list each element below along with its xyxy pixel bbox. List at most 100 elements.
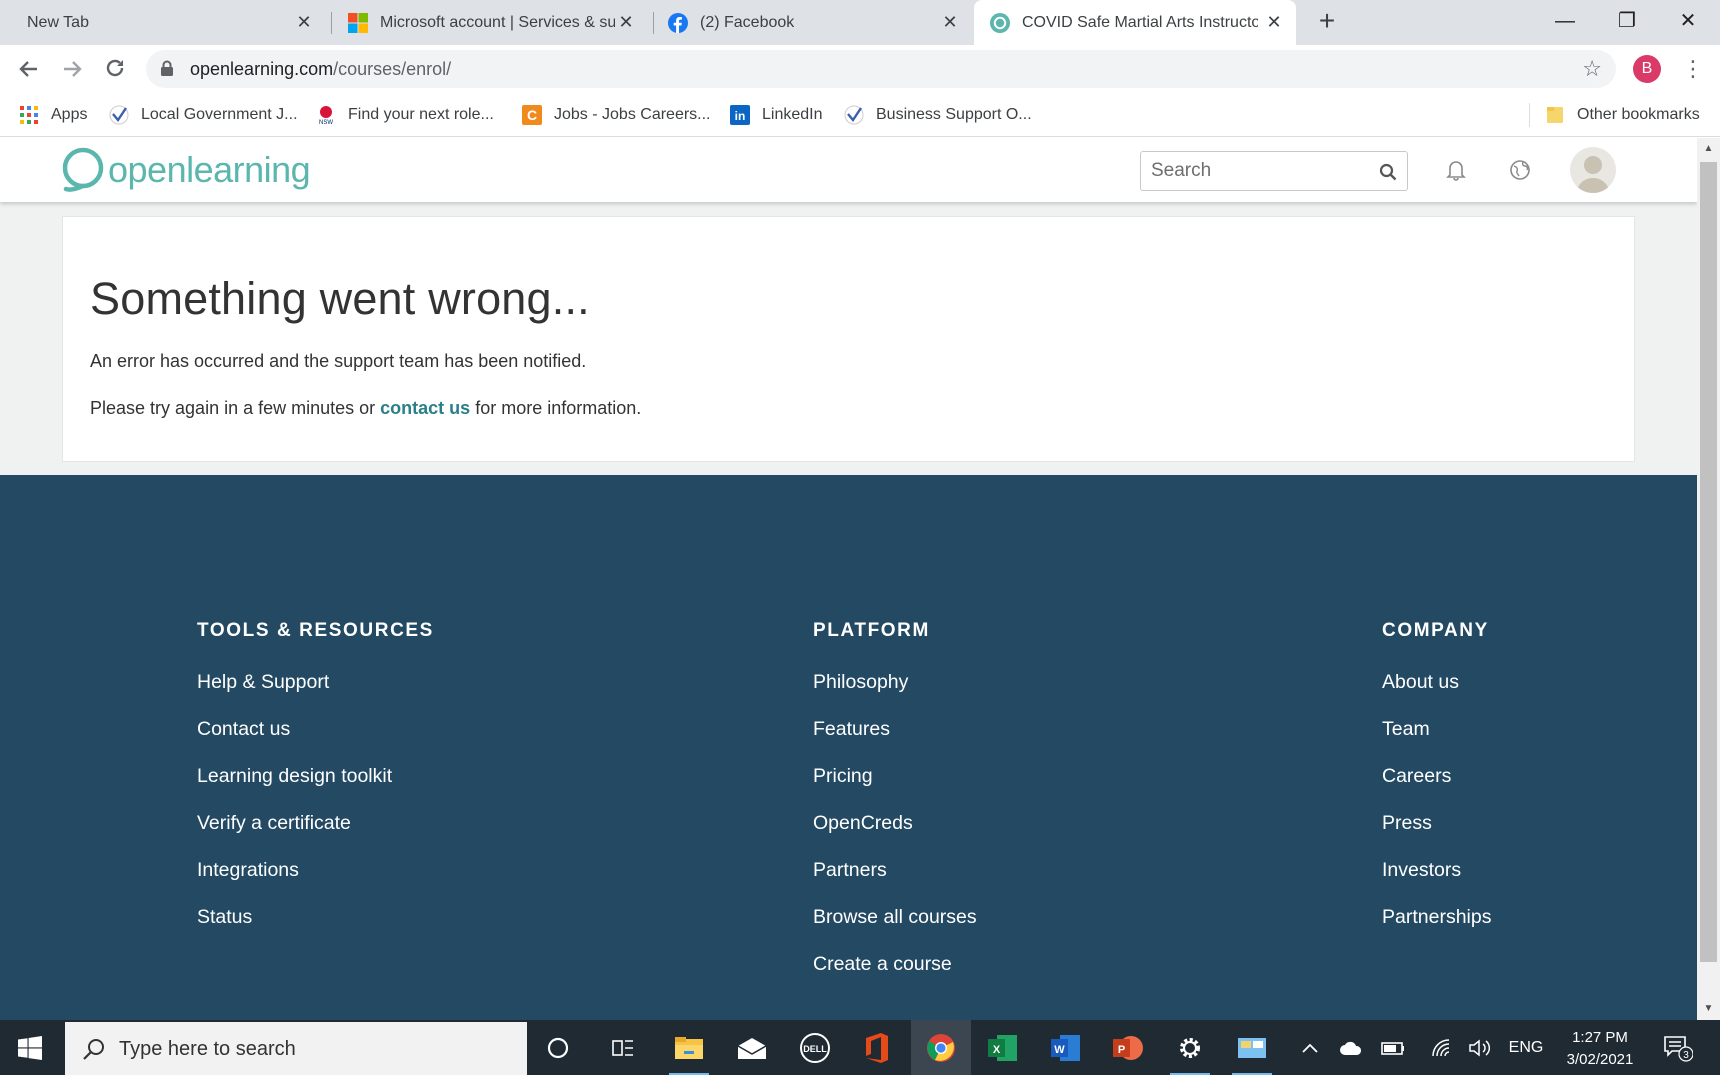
- search-input[interactable]: [1141, 152, 1371, 190]
- powerpoint-icon: P: [1113, 1036, 1143, 1060]
- control-panel-button[interactable]: [1232, 1028, 1272, 1075]
- tab-facebook[interactable]: (2) Facebook ✕: [658, 0, 972, 45]
- chrome-button[interactable]: [911, 1020, 971, 1075]
- file-explorer-button[interactable]: [669, 1028, 709, 1075]
- action-center-button[interactable]: 3: [1663, 1034, 1694, 1062]
- footer-column-company: COMPANY About us Team Careers Press Inve…: [1382, 620, 1491, 952]
- bookmark-jobs-careers[interactable]: C Jobs - Jobs Careers...: [522, 102, 711, 128]
- office-button[interactable]: [857, 1028, 897, 1068]
- footer-link[interactable]: Integrations: [197, 858, 434, 905]
- retry-message: Please try again in a few minutes or con…: [90, 398, 641, 419]
- show-hidden-icons-button[interactable]: [1298, 1020, 1322, 1075]
- onedrive-tray-button[interactable]: [1338, 1020, 1364, 1075]
- openlearning-logo[interactable]: openlearning: [62, 146, 311, 194]
- profile-avatar-button[interactable]: B: [1633, 55, 1661, 83]
- excel-button[interactable]: X: [983, 1028, 1023, 1068]
- gear-icon: [1180, 1038, 1200, 1058]
- tab-close-button[interactable]: ✕: [294, 12, 314, 32]
- battery-tray-button[interactable]: [1380, 1020, 1406, 1075]
- globe-explore-icon[interactable]: [1506, 156, 1534, 184]
- tab-close-button[interactable]: ✕: [616, 12, 636, 32]
- settings-button[interactable]: [1170, 1028, 1210, 1075]
- page-scrollbar[interactable]: ▲ ▼: [1697, 138, 1720, 1020]
- retry-prefix: Please try again in a few minutes or: [90, 398, 381, 418]
- footer-link[interactable]: About us: [1382, 670, 1491, 717]
- windows-start-icon[interactable]: [18, 1036, 42, 1060]
- bookmark-apps[interactable]: Apps: [19, 102, 87, 128]
- footer-link[interactable]: Investors: [1382, 858, 1491, 905]
- scroll-up-arrow-icon[interactable]: ▲: [1697, 140, 1720, 158]
- linkedin-icon: in: [730, 105, 750, 125]
- search-icon: [83, 1039, 104, 1060]
- notifications-bell-icon[interactable]: [1442, 156, 1470, 184]
- contact-us-link[interactable]: contact us: [380, 398, 470, 418]
- footer-link[interactable]: Philosophy: [813, 670, 977, 717]
- restore-button[interactable]: ❐: [1607, 6, 1647, 36]
- scrollbar-thumb[interactable]: [1700, 162, 1717, 962]
- footer-link[interactable]: Team: [1382, 717, 1491, 764]
- tab-close-button[interactable]: ✕: [940, 12, 960, 32]
- footer-link[interactable]: Verify a certificate: [197, 811, 434, 858]
- footer-link[interactable]: Help & Support: [197, 670, 434, 717]
- footer-link[interactable]: OpenCreds: [813, 811, 977, 858]
- svg-text:in: in: [735, 109, 746, 123]
- minimize-button[interactable]: —: [1545, 6, 1585, 36]
- wifi-icon: [1432, 1038, 1450, 1056]
- tab-covid-safe-martial-arts[interactable]: COVID Safe Martial Arts Instructo ✕: [974, 0, 1296, 45]
- user-avatar[interactable]: [1570, 147, 1616, 193]
- tab-title: New Tab: [27, 13, 89, 31]
- lock-icon: [161, 60, 173, 76]
- careers-icon: C: [522, 105, 542, 125]
- tab-new-tab[interactable]: New Tab ✕: [8, 0, 326, 45]
- footer-link[interactable]: Contact us: [197, 717, 434, 764]
- bookmark-business-support[interactable]: Business Support O...: [844, 102, 1032, 128]
- notification-count: 3: [1683, 1050, 1689, 1061]
- taskbar-search-box[interactable]: Type here to search: [65, 1022, 527, 1075]
- cortana-button[interactable]: [538, 1028, 578, 1068]
- address-bar[interactable]: openlearning.com/courses/enrol/ ☆: [146, 50, 1616, 88]
- footer-link[interactable]: Careers: [1382, 764, 1491, 811]
- tab-microsoft-account[interactable]: Microsoft account | Services & su ✕: [336, 0, 648, 45]
- system-clock[interactable]: 1:27 PM 3/02/2021: [1555, 1027, 1645, 1071]
- volume-tray-button[interactable]: [1466, 1020, 1494, 1075]
- footer-link[interactable]: Press: [1382, 811, 1491, 858]
- scroll-down-arrow-icon[interactable]: ▼: [1697, 1000, 1720, 1018]
- word-button[interactable]: W: [1046, 1028, 1086, 1068]
- tab-title: Microsoft account | Services & su: [380, 13, 615, 31]
- cortana-icon: [547, 1037, 569, 1059]
- notification-icon: 3: [1664, 1036, 1694, 1062]
- user-silhouette-icon: [1576, 156, 1610, 193]
- url-text: openlearning.com/courses/enrol/: [190, 59, 451, 80]
- language-indicator[interactable]: ENG: [1505, 1020, 1547, 1075]
- back-arrow-icon[interactable]: [15, 55, 43, 83]
- footer-link[interactable]: Learning design toolkit: [197, 764, 434, 811]
- close-window-button[interactable]: ✕: [1668, 6, 1708, 36]
- bookmark-local-government[interactable]: Local Government J...: [109, 102, 298, 128]
- footer-link[interactable]: Status: [197, 905, 434, 952]
- tab-close-button[interactable]: ✕: [1264, 12, 1284, 32]
- other-bookmarks[interactable]: Other bookmarks: [1545, 102, 1700, 128]
- new-tab-button[interactable]: +: [1313, 7, 1341, 36]
- reload-icon[interactable]: [101, 55, 129, 83]
- task-view-button[interactable]: [603, 1028, 643, 1068]
- wifi-tray-button[interactable]: [1428, 1020, 1454, 1075]
- browser-tab-strip: New Tab ✕ Microsoft account | Services &…: [0, 0, 1720, 45]
- footer-link[interactable]: Partners: [813, 858, 977, 905]
- mail-button[interactable]: [732, 1028, 772, 1068]
- footer-link[interactable]: Browse all courses: [813, 905, 977, 952]
- footer-link[interactable]: Features: [813, 717, 977, 764]
- bookmark-linkedin[interactable]: in LinkedIn: [730, 102, 823, 128]
- bookmark-star-icon[interactable]: ☆: [1582, 56, 1602, 82]
- footer-link[interactable]: Pricing: [813, 764, 977, 811]
- powerpoint-button[interactable]: P: [1108, 1028, 1148, 1068]
- browser-menu-button[interactable]: ⋮: [1682, 54, 1704, 84]
- speaker-icon: [1469, 1038, 1491, 1057]
- footer-link[interactable]: Partnerships: [1382, 905, 1491, 952]
- check-icon: [109, 105, 129, 125]
- bookmark-find-next-role[interactable]: NSW Find your next role...: [316, 102, 494, 128]
- search-icon[interactable]: [1379, 163, 1397, 181]
- bookmark-label: LinkedIn: [762, 106, 823, 123]
- forward-arrow-icon[interactable]: [58, 55, 86, 83]
- footer-link[interactable]: Create a course: [813, 952, 977, 999]
- dell-button[interactable]: DELL: [795, 1028, 835, 1068]
